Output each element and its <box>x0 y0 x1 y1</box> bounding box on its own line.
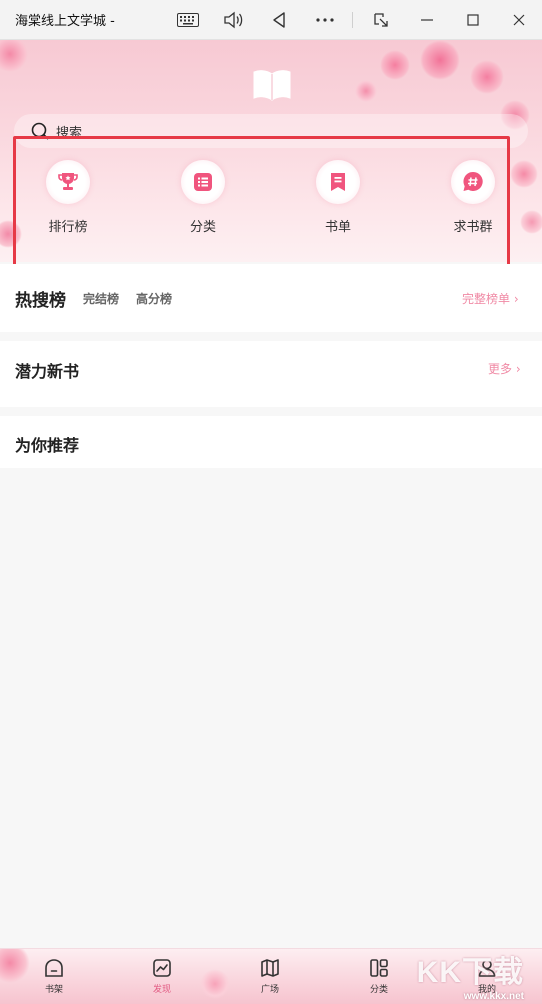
recommend-title: 为你推荐 <box>15 436 80 455</box>
full-ranking-link[interactable]: 完整榜单 › <box>462 290 519 307</box>
speaker-icon[interactable] <box>218 6 248 34</box>
potential-books-title: 潜力新书 <box>15 362 80 381</box>
nav-label: 广场 <box>260 985 279 995</box>
nav-category[interactable]: 分类 <box>349 957 409 1001</box>
more-icon[interactable] <box>310 6 340 34</box>
nav-bookshelf[interactable]: 书架 <box>24 957 84 1001</box>
nav-discover[interactable]: 发现 <box>132 957 192 1001</box>
more-link[interactable]: 更多 › <box>488 360 521 377</box>
bottom-nav: 书架 发现 广场 分类 我的 KK下载 www.kkx.net <box>0 948 542 1004</box>
watermark-url: www.kkx.net <box>463 991 524 1002</box>
hot-search-section: 热搜榜 完结榜 高分榜 完整榜单 › <box>0 264 542 332</box>
titlebar-divider <box>352 12 353 28</box>
window-title: 海棠线上文学城 - <box>15 14 115 29</box>
nav-square[interactable]: 广场 <box>240 957 300 1001</box>
discover-chart-icon <box>153 959 171 977</box>
watermark-logo: KK下载 <box>416 956 524 989</box>
keyboard-icon[interactable] <box>173 6 203 34</box>
map-icon <box>261 959 279 977</box>
recommend-section: 为你推荐 <box>0 416 542 468</box>
maximize-icon[interactable] <box>458 6 488 34</box>
tab-high-score[interactable]: 高分榜 <box>136 290 172 307</box>
hot-search-title: 热搜榜 <box>15 291 66 311</box>
potential-books-section: 潜力新书 更多 › <box>0 341 542 407</box>
minimize-icon[interactable] <box>412 6 442 34</box>
snap-icon[interactable] <box>366 6 396 34</box>
nav-label: 书架 <box>44 985 63 995</box>
nav-label: 分类 <box>369 985 388 995</box>
blossom-decoration <box>200 969 230 999</box>
close-icon[interactable] <box>504 6 534 34</box>
bookshelf-icon <box>45 959 63 977</box>
nav-label: 发现 <box>152 985 171 995</box>
window-titlebar: 海棠线上文学城 - <box>0 0 542 40</box>
highlight-annotation-box <box>13 136 510 270</box>
back-triangle-icon[interactable] <box>264 6 294 34</box>
category-icon <box>370 959 388 977</box>
tab-completed[interactable]: 完结榜 <box>83 290 119 307</box>
watermark: KK下载 www.kkx.net <box>416 949 524 1002</box>
book-logo-icon <box>253 70 291 101</box>
